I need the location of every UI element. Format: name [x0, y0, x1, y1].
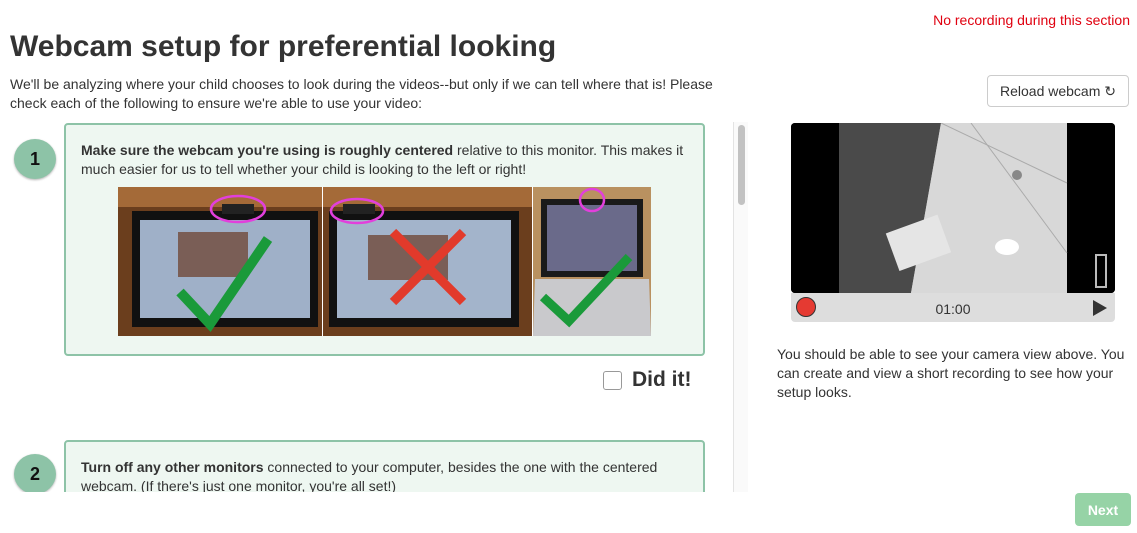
page-title: Webcam setup for preferential looking [10, 30, 557, 63]
reload-webcam-button[interactable]: Reload webcam ↻ [987, 75, 1129, 107]
step-number-1: 1 [14, 139, 56, 179]
next-button[interactable]: Next [1075, 493, 1131, 526]
steps-scroll-area[interactable]: 1 Make sure the webcam you're using is r… [0, 118, 748, 492]
step-number-2: 2 [14, 454, 56, 492]
refresh-icon: ↻ [1104, 82, 1116, 99]
did-it-checkbox[interactable] [603, 370, 622, 390]
recording-notice: No recording during this section [933, 12, 1130, 28]
webcam-preview [791, 123, 1115, 293]
photo-centered-laptop [532, 187, 652, 336]
step-2-bold: Turn off any other monitors [81, 459, 264, 475]
webcam-examples-photo [118, 187, 652, 336]
video-controls: 01:00 [791, 293, 1115, 322]
did-it-label: Did it! [632, 368, 692, 391]
did-it-row[interactable]: Did it! [603, 368, 691, 392]
camera-help-text: You should be able to see your camera vi… [777, 346, 1125, 400]
play-icon[interactable] [1093, 300, 1107, 316]
step-2-text: Turn off any other monitors connected to… [81, 458, 688, 492]
reload-label: Reload webcam [999, 82, 1101, 99]
scrollbar[interactable] [733, 122, 748, 492]
scrollbar-thumb[interactable] [738, 125, 745, 205]
intro-text: We'll be analyzing where your child choo… [10, 76, 713, 111]
step-1-bold: Make sure the webcam you're using is rou… [81, 142, 454, 158]
photo-offcenter-monitor [322, 187, 533, 336]
step-card-2: Turn off any other monitors connected to… [64, 440, 705, 492]
step-1-text: Make sure the webcam you're using is rou… [81, 141, 688, 179]
step-card-1: Make sure the webcam you're using is rou… [64, 123, 705, 356]
recording-time: 01:00 [935, 301, 971, 317]
photo-centered-monitor [118, 187, 323, 336]
